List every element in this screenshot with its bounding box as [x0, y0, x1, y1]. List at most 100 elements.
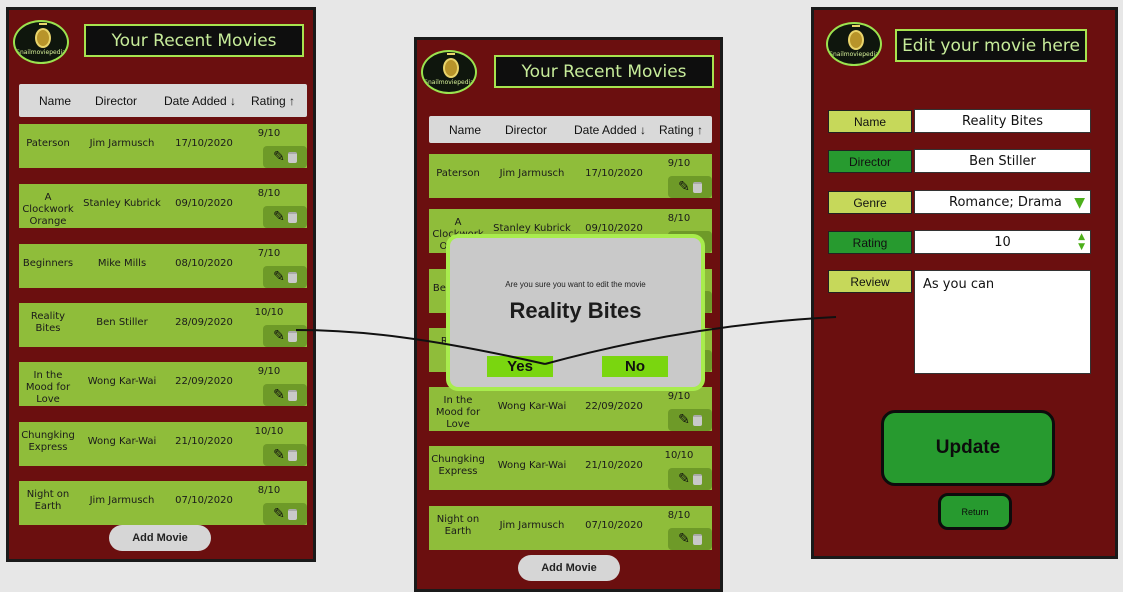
trash-icon[interactable] — [692, 533, 702, 545]
edit-pencil-icon[interactable]: ✎ — [273, 447, 285, 463]
rating-stepper[interactable]: 10 ▲ ▼ — [914, 230, 1091, 254]
movie-row[interactable]: Paterson Jim Jarmusch 17/10/2020 9/10 ✎ — [429, 154, 712, 198]
screen-edit-confirm: Snailmoviepedia Your Recent Movies Name … — [414, 37, 723, 592]
snail-icon — [443, 58, 459, 78]
trash-icon[interactable] — [287, 211, 297, 223]
movie-director: Jim Jarmusch — [499, 168, 565, 179]
movie-row[interactable]: Chungking Express Wong Kar-Wai 21/10/2020 1… — [429, 446, 712, 490]
movie-row[interactable]: In the Mood for Love Wong Kar-Wai 22/09/20… — [429, 387, 712, 431]
dropdown-arrow-icon[interactable]: ▼ — [1074, 195, 1085, 211]
genre-select[interactable]: Romance; Drama ▼ — [914, 190, 1091, 214]
director-field[interactable]: Ben Stiller — [914, 149, 1091, 173]
movie-row[interactable]: Beginners Mike Mills 08/10/2020 7/10 ✎ — [19, 244, 307, 288]
col-director[interactable]: Director — [505, 123, 547, 137]
trash-icon[interactable] — [287, 271, 297, 283]
name-label: Name — [828, 110, 912, 133]
row-actions: ✎ — [263, 206, 307, 228]
edit-pencil-icon[interactable]: ✎ — [678, 531, 690, 547]
stepper-arrows-icon[interactable]: ▲ ▼ — [1078, 232, 1085, 252]
edit-pencil-icon[interactable]: ✎ — [273, 209, 285, 225]
review-textarea[interactable]: As you can — [914, 270, 1091, 374]
movie-rating: 10/10 — [254, 307, 284, 318]
movie-date: 08/10/2020 — [175, 258, 233, 269]
trash-icon[interactable] — [692, 414, 702, 426]
movie-row[interactable]: Chungking Express Wong Kar-Wai 21/10/2020 1… — [19, 422, 307, 466]
movie-date: 21/10/2020 — [175, 436, 233, 447]
movie-row[interactable]: Reality Bites Ben Stiller 28/09/2020 10/10 ✎ — [19, 303, 307, 347]
name-field[interactable]: Reality Bites — [914, 109, 1091, 133]
movie-date: 22/09/2020 — [175, 376, 233, 387]
movie-director: Wong Kar-Wai — [497, 460, 567, 471]
confirm-dialog: Are you sure you want to edit the movie … — [446, 234, 705, 391]
app-logo[interactable]: Snailmoviepedia — [13, 20, 69, 64]
col-rating[interactable]: Rating ↑ — [251, 94, 295, 108]
movie-date: 21/10/2020 — [585, 460, 643, 471]
app-logo[interactable]: Snailmoviepedia — [421, 50, 477, 94]
edit-pencil-icon[interactable]: ✎ — [678, 412, 690, 428]
trash-icon[interactable] — [287, 330, 297, 342]
return-button[interactable]: Return — [938, 493, 1012, 530]
col-date-added[interactable]: Date Added ↓ — [574, 123, 646, 137]
edit-pencil-icon[interactable]: ✎ — [273, 387, 285, 403]
movie-date: 17/10/2020 — [585, 168, 643, 179]
storyboard: Snailmoviepedia Your Recent Movies Name … — [0, 0, 1123, 592]
trash-icon[interactable] — [692, 473, 702, 485]
add-movie-button[interactable]: Add Movie — [518, 555, 620, 581]
movie-row[interactable]: Night on Earth Jim Jarmusch 07/10/2020 8/10… — [429, 506, 712, 550]
add-movie-button[interactable]: Add Movie — [109, 525, 211, 551]
row-actions: ✎ — [668, 528, 712, 550]
trash-icon[interactable] — [287, 151, 297, 163]
movie-name: In the Mood for Love — [25, 370, 71, 405]
movie-rating: 8/10 — [257, 188, 281, 199]
col-name[interactable]: Name — [39, 94, 71, 108]
trash-icon[interactable] — [287, 449, 297, 461]
trash-icon[interactable] — [692, 181, 702, 193]
trash-icon[interactable] — [287, 508, 297, 520]
movie-name: Paterson — [26, 138, 70, 149]
movie-name: Chungking Express — [21, 430, 75, 453]
movie-rating: 9/10 — [257, 366, 281, 377]
col-rating[interactable]: Rating ↑ — [659, 123, 703, 137]
movie-row[interactable]: Night on Earth Jim Jarmusch 07/10/2020 8/10… — [19, 481, 307, 525]
page-title: Edit your movie here — [895, 29, 1087, 62]
page-title: Your Recent Movies — [494, 55, 714, 88]
logo-text: Snailmoviepedia — [829, 51, 879, 58]
edit-pencil-icon[interactable]: ✎ — [273, 506, 285, 522]
movie-director: Ben Stiller — [96, 317, 148, 328]
review-label: Review — [828, 270, 912, 293]
movie-date: 07/10/2020 — [175, 495, 233, 506]
movie-date: 17/10/2020 — [175, 138, 233, 149]
movie-rating: 7/10 — [257, 248, 281, 259]
movie-director: Wong Kar-Wai — [87, 376, 157, 387]
edit-pencil-icon[interactable]: ✎ — [273, 328, 285, 344]
update-button[interactable]: Update — [881, 410, 1055, 486]
col-name[interactable]: Name — [449, 123, 481, 137]
app-logo[interactable]: Snailmoviepedia — [826, 22, 882, 66]
col-date-added[interactable]: Date Added ↓ — [164, 94, 236, 108]
movie-name: A Clockwork Orange — [22, 192, 74, 227]
movie-date: 07/10/2020 — [585, 520, 643, 531]
movie-row[interactable]: Paterson Jim Jarmusch 17/10/2020 9/10 ✎ — [19, 124, 307, 168]
movie-rating: 8/10 — [667, 213, 691, 224]
edit-pencil-icon[interactable]: ✎ — [273, 269, 285, 285]
no-button[interactable]: No — [602, 356, 668, 377]
yes-button[interactable]: Yes — [487, 356, 553, 377]
movie-date: 09/10/2020 — [175, 198, 233, 209]
movie-director: Mike Mills — [97, 258, 147, 269]
rating-label: Rating — [828, 231, 912, 254]
movie-rating: 8/10 — [667, 510, 691, 521]
row-actions: ✎ — [263, 503, 307, 525]
edit-pencil-icon[interactable]: ✎ — [678, 179, 690, 195]
snail-icon — [35, 28, 51, 48]
edit-pencil-icon[interactable]: ✎ — [678, 471, 690, 487]
movie-director: Jim Jarmusch — [89, 138, 155, 149]
edit-pencil-icon[interactable]: ✎ — [273, 149, 285, 165]
director-label: Director — [828, 150, 912, 173]
trash-icon[interactable] — [287, 389, 297, 401]
movie-row[interactable]: In the Mood for Love Wong Kar-Wai 22/09/20… — [19, 362, 307, 406]
row-actions: ✎ — [668, 468, 712, 490]
col-director[interactable]: Director — [95, 94, 137, 108]
row-actions: ✎ — [263, 384, 307, 406]
movie-director: Jim Jarmusch — [499, 520, 565, 531]
movie-row[interactable]: A Clockwork Orange Stanley Kubrick 09/10/2… — [19, 184, 307, 228]
